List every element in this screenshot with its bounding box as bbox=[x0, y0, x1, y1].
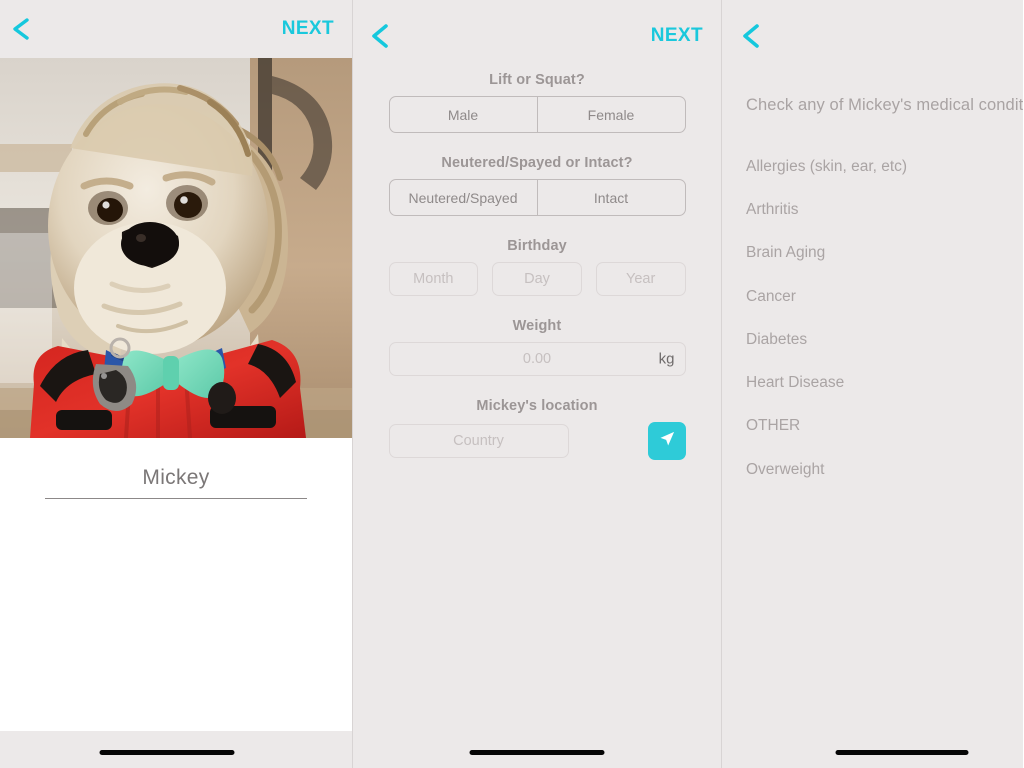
condition-overweight[interactable]: Overweight bbox=[746, 448, 1023, 491]
locate-me-button[interactable] bbox=[647, 422, 686, 460]
dog-photo-illustration bbox=[0, 58, 352, 438]
sex-option-male[interactable]: Male bbox=[390, 97, 537, 132]
sex-label: Lift or Squat? bbox=[489, 72, 585, 88]
weight-unit-label: kg bbox=[658, 350, 675, 368]
next-button[interactable]: NEXT bbox=[282, 18, 334, 40]
back-button[interactable] bbox=[6, 14, 36, 44]
chevron-left-icon bbox=[10, 16, 32, 42]
condition-cancer[interactable]: Cancer bbox=[746, 275, 1023, 318]
navigation-arrow-icon bbox=[657, 429, 677, 454]
weight-placeholder: 0.00 bbox=[522, 351, 552, 367]
pet-photo[interactable] bbox=[0, 58, 352, 438]
condition-heart-disease[interactable]: Heart Disease bbox=[746, 361, 1023, 404]
birthday-day-input[interactable]: Day bbox=[492, 262, 582, 296]
birthday-year-input[interactable]: Year bbox=[595, 262, 686, 296]
location-label: Mickey's location bbox=[476, 398, 598, 414]
medical-conditions-title: Check any of Mickey's medical conditions bbox=[746, 96, 1023, 114]
condition-allergies[interactable]: Allergies (skin, ear, etc) bbox=[746, 145, 1023, 188]
birthday-label: Birthday bbox=[507, 238, 567, 254]
sex-option-female[interactable]: Female bbox=[536, 97, 685, 132]
next-button[interactable]: NEXT bbox=[651, 25, 703, 47]
chevron-left-icon bbox=[739, 22, 763, 50]
neuter-segmented-control: Neutered/Spayed Intact bbox=[388, 179, 686, 216]
condition-brain-aging[interactable]: Brain Aging bbox=[746, 232, 1023, 275]
chevron-left-icon bbox=[368, 22, 392, 50]
weight-label: Weight bbox=[512, 318, 562, 334]
navbar-screen1: NEXT bbox=[0, 0, 352, 58]
navbar-screen2: NEXT bbox=[353, 0, 721, 72]
home-indicator bbox=[99, 750, 235, 755]
screen-pet-details: NEXT Lift or Squat? Male Female Neutered… bbox=[352, 0, 721, 768]
screen-pet-photo-name: NEXT Mickey bbox=[0, 0, 352, 768]
three-screen-strip: NEXT Mickey NEXT Lift or Squat? Male Fem… bbox=[0, 0, 1024, 768]
back-button[interactable] bbox=[365, 21, 395, 51]
birthday-month-input[interactable]: Month bbox=[388, 262, 479, 296]
condition-diabetes[interactable]: Diabetes bbox=[746, 318, 1023, 361]
pet-name-value: Mickey bbox=[142, 466, 210, 489]
home-indicator bbox=[835, 750, 969, 755]
birthday-fields: Month Day Year bbox=[388, 262, 686, 296]
sex-segmented-control: Male Female bbox=[388, 96, 686, 133]
medical-conditions-list: Allergies (skin, ear, etc) Arthritis Bra… bbox=[722, 145, 1023, 491]
neuter-option-intact[interactable]: Intact bbox=[536, 180, 685, 215]
screen-medical-conditions: NEXT Check any of Mickey's medical condi… bbox=[721, 0, 1023, 768]
weight-input[interactable]: 0.00 kg bbox=[388, 342, 686, 376]
location-row: Country bbox=[388, 422, 686, 460]
condition-other[interactable]: OTHER bbox=[746, 405, 1023, 448]
location-country-input[interactable]: Country bbox=[388, 424, 569, 458]
pet-name-section: Mickey bbox=[0, 438, 352, 731]
condition-arthritis[interactable]: Arthritis bbox=[746, 188, 1023, 231]
neuter-option-neutered[interactable]: Neutered/Spayed bbox=[390, 180, 537, 215]
pet-name-input[interactable]: Mickey bbox=[45, 466, 307, 499]
back-button[interactable] bbox=[736, 21, 766, 51]
navbar-screen3: NEXT bbox=[722, 0, 1023, 72]
pet-details-form: Lift or Squat? Male Female Neutered/Spay… bbox=[353, 72, 721, 460]
home-indicator bbox=[469, 750, 605, 755]
neuter-label: Neutered/Spayed or Intact? bbox=[441, 155, 633, 171]
